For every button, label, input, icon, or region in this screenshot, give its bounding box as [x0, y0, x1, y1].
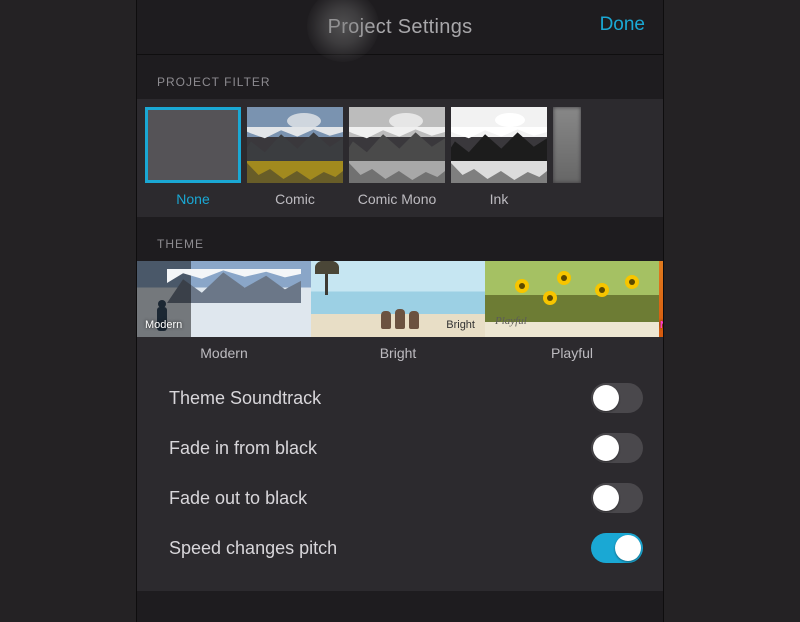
filter-comic-caption: Comic	[247, 191, 343, 207]
project-filter-label: PROJECT FILTER	[137, 55, 663, 99]
setting-fade-out: Fade out to black	[169, 473, 643, 523]
theme-playful-overlay: Playful	[495, 315, 527, 327]
theme-neon-partial[interactable]: NEO	[659, 261, 663, 361]
filter-next-partial[interactable]	[553, 107, 581, 207]
filter-ink-thumb[interactable]	[451, 107, 547, 183]
page-title: Project Settings	[328, 16, 473, 39]
setting-fade-out-label: Fade out to black	[169, 488, 307, 509]
theme-playful-thumb[interactable]: Playful	[485, 261, 659, 337]
filter-comic[interactable]: Comic	[247, 107, 343, 207]
filter-comic-thumb[interactable]	[247, 107, 343, 183]
toggle-theme-soundtrack[interactable]	[591, 383, 643, 413]
theme-strip[interactable]: Modern Modern Bright Bright Playful Play…	[137, 261, 663, 361]
filter-comic-mono-thumb[interactable]	[349, 107, 445, 183]
theme-playful-caption: Playful	[485, 345, 659, 361]
filter-ink[interactable]: Ink	[451, 107, 547, 207]
filter-next-thumb[interactable]	[553, 107, 581, 183]
theme-modern[interactable]: Modern Modern	[137, 261, 311, 361]
theme-bright-thumb[interactable]: Bright	[311, 261, 485, 337]
setting-speed-pitch: Speed changes pitch	[169, 523, 643, 573]
toggle-fade-out[interactable]	[591, 483, 643, 513]
theme-bright-caption: Bright	[311, 345, 485, 361]
done-button[interactable]: Done	[600, 14, 645, 36]
filter-none-thumb[interactable]	[145, 107, 241, 183]
theme-neon-overlay: NEO	[660, 320, 663, 331]
theme-modern-overlay: Modern	[145, 319, 182, 331]
theme-bright[interactable]: Bright Bright	[311, 261, 485, 361]
theme-neon-thumb[interactable]: NEO	[659, 261, 663, 337]
toggle-fade-in[interactable]	[591, 433, 643, 463]
toggle-speed-pitch[interactable]	[591, 533, 643, 563]
header: Project Settings Done	[137, 0, 663, 55]
filter-none[interactable]: None	[145, 107, 241, 207]
setting-theme-soundtrack-label: Theme Soundtrack	[169, 388, 321, 409]
settings-list: Theme Soundtrack Fade in from black Fade…	[137, 361, 663, 573]
theme-label: THEME	[137, 217, 663, 261]
theme-playful[interactable]: Playful Playful	[485, 261, 659, 361]
theme-bright-overlay: Bright	[446, 319, 475, 331]
filter-none-caption: None	[145, 191, 241, 207]
setting-fade-in: Fade in from black	[169, 423, 643, 473]
settings-panel: Project Settings Done PROJECT FILTER Non…	[137, 0, 663, 622]
filter-comic-mono-caption: Comic Mono	[349, 191, 445, 207]
theme-modern-thumb[interactable]: Modern	[137, 261, 311, 337]
setting-fade-in-label: Fade in from black	[169, 438, 317, 459]
theme-band: Modern Modern Bright Bright Playful Play…	[137, 261, 663, 591]
setting-theme-soundtrack: Theme Soundtrack	[169, 373, 643, 423]
setting-speed-pitch-label: Speed changes pitch	[169, 538, 337, 559]
filter-strip[interactable]: None Comic Comic Mono Ink	[137, 99, 663, 217]
filter-comic-mono[interactable]: Comic Mono	[349, 107, 445, 207]
theme-modern-caption: Modern	[137, 345, 311, 361]
filter-ink-caption: Ink	[451, 191, 547, 207]
